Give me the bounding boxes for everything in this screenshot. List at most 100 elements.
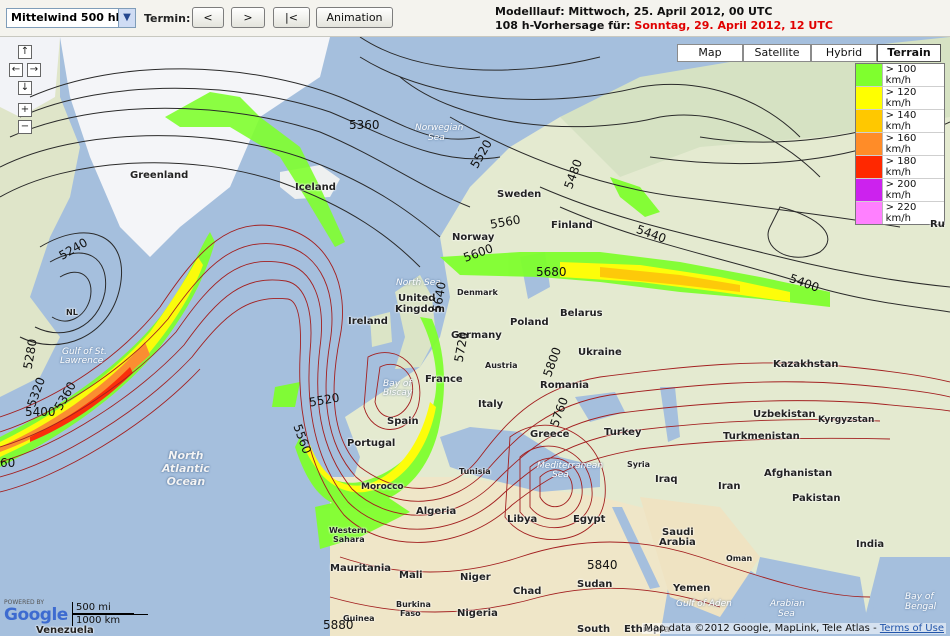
place-label: Tunisia [459,467,491,476]
place-label: Belarus [560,308,603,319]
sea-label: Arabian [770,599,805,609]
chevron-down-icon[interactable]: ▼ [118,9,135,27]
level-select-value: Mittelwind 500 hPa [11,11,131,24]
place-label: Ru [930,219,945,230]
place-label: Spain [387,416,419,427]
legend-swatch [856,64,883,86]
sea-label: Sea [428,133,445,143]
legend-label: > 140 km/h [885,110,917,132]
place-label: Ireland [348,316,388,327]
legend-row: > 200 km/h [856,179,944,202]
contour-label: 5840 [587,558,618,572]
place-label: NL [66,308,78,317]
scale-km: 1000 km [72,614,148,626]
wind-speed-legend: > 100 km/h > 120 km/h > 140 km/h > 160 k… [855,63,945,225]
legend-swatch [856,179,883,201]
map-type-satellite[interactable]: Satellite [743,44,811,62]
place-label: Greenland [130,170,189,181]
place-label: Austria [485,361,518,370]
forecast-date: Sonntag, 29. April 2012, 12 UTC [634,19,833,32]
place-label: Iran [718,481,741,492]
contour-label: 5400 [25,405,56,419]
legend-label: > 180 km/h [885,156,917,178]
sea-label: Bengal [905,602,937,612]
contour-label: 5880 [323,618,354,632]
place-label: Algeria [416,506,457,517]
map-type-terrain[interactable]: Terrain [877,44,941,62]
legend-label: > 100 km/h [885,64,917,86]
place-label: Turkey [604,427,642,438]
sea-label: Gulf of Aden [676,599,732,609]
legend-swatch [856,156,883,178]
pan-up-icon[interactable]: ↑ [18,45,32,59]
pan-right-icon[interactable]: → [27,63,41,77]
pan-left-icon[interactable]: ← [9,63,23,77]
legend-swatch [856,110,883,132]
place-label: Ukraine [578,347,622,358]
place-label: South [577,624,611,635]
legend-swatch [856,202,883,224]
legend-row: > 180 km/h [856,156,944,179]
place-label: Kazakhstan [773,359,839,370]
next-button[interactable]: > [231,7,265,28]
contour-label: 5680 [536,265,567,279]
sea-label: Sea [778,609,795,619]
contour-label: 60 [0,456,16,470]
place-label: Uzbekistan [753,409,816,420]
place-label: Mauritania [330,563,392,574]
place-label: Italy [478,399,504,410]
previous-button[interactable]: < [192,7,224,28]
toolbar: Mittelwind 500 hPa ▼ Termin: < > |< Anim… [0,0,950,37]
place-label: Pakistan [792,493,841,504]
attribution-text: Map data ©2012 Google, MapLink, Tele Atl… [644,623,880,634]
sea-label: Bay of [905,592,934,602]
legend-label: > 200 km/h [885,179,917,201]
place-label: Yemen [673,583,711,594]
place-label: Niger [460,572,491,583]
map-type-switcher: Map Satellite Hybrid Terrain [677,44,941,62]
sea-label: Biscay [383,388,413,398]
zoom-out-icon[interactable]: − [18,120,32,134]
place-label: Venezuela [36,625,94,636]
place-label: Kyrgyzstan [818,415,875,425]
map-attribution: Map data ©2012 Google, MapLink, Tele Atl… [642,623,946,634]
place-label: Greece [530,429,570,440]
legend-swatch [856,87,883,109]
ocean-label: North Atlantic Ocean [162,449,210,488]
place-label: Burkina [396,600,431,609]
legend-label: > 120 km/h [885,87,917,109]
legend-row: > 100 km/h [856,64,944,87]
place-label: Romania [540,380,590,391]
place-label: Iceland [295,182,336,193]
place-label: Iraq [655,474,678,485]
place-label: United [398,293,436,304]
sea-label: Mediterranean [537,461,603,471]
contour-label: 5360 [349,118,380,132]
google-logo[interactable]: Google [4,605,68,625]
legend-row: > 120 km/h [856,87,944,110]
place-label: Afghanistan [764,468,833,479]
place-label: Sweden [497,189,542,200]
scale-miles: 500 mi [72,602,134,614]
place-label: Turkmenistan [723,431,800,442]
legend-swatch [856,133,883,155]
place-label: Finland [551,220,593,231]
map-type-map[interactable]: Map [677,44,743,62]
animation-button[interactable]: Animation [316,7,393,28]
place-label: India [856,539,885,550]
place-label: Denmark [457,288,498,297]
place-label: Nigeria [457,608,498,619]
zoom-in-icon[interactable]: + [18,103,32,117]
termin-label: Termin: [144,12,191,25]
sea-label: Sea [552,470,569,480]
level-select[interactable]: Mittelwind 500 hPa ▼ [6,8,136,28]
place-label: Sahara [333,535,365,544]
map-area[interactable]: Map Satellite Hybrid Terrain > 100 km/h … [0,37,950,636]
map-type-hybrid[interactable]: Hybrid [811,44,877,62]
pan-down-icon[interactable]: ↓ [18,81,32,95]
sea-label: Norwegian [415,123,464,133]
first-button[interactable]: |< [273,7,310,28]
terms-of-use-link[interactable]: Terms of Use [880,623,944,634]
place-label: Syria [627,460,651,469]
place-label: Oman [726,554,753,563]
